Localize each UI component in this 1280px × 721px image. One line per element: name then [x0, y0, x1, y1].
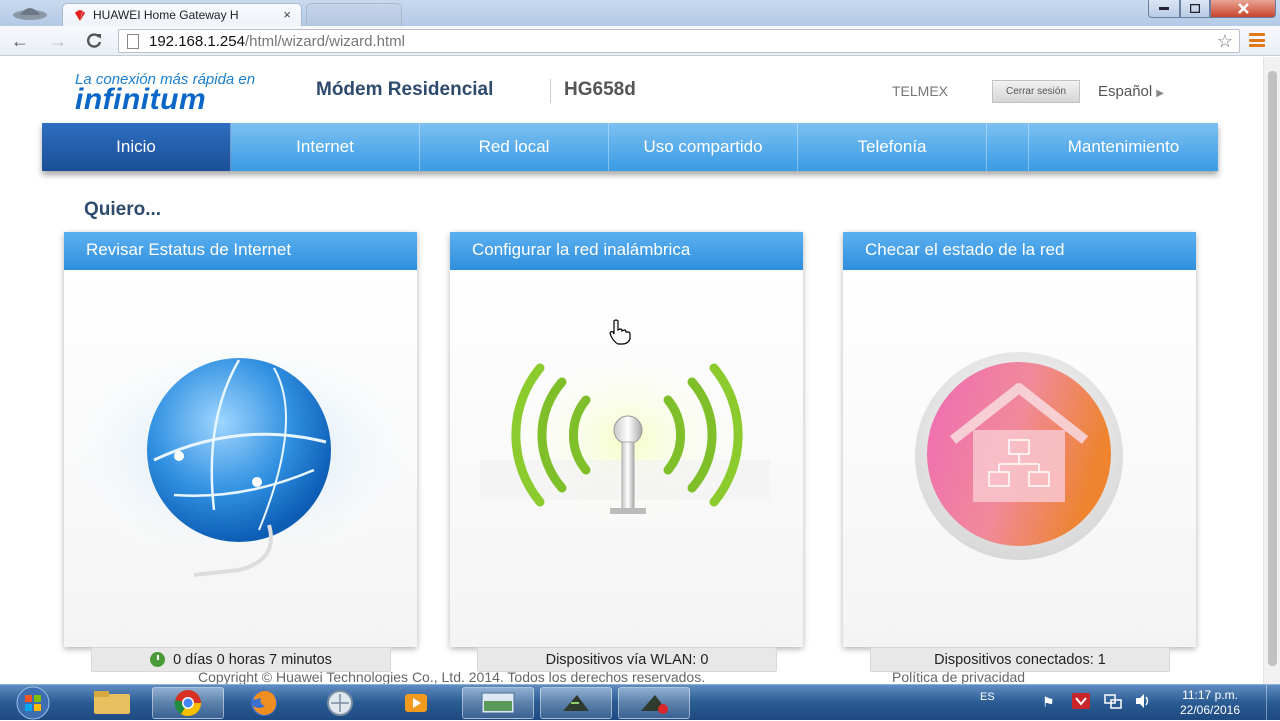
gateway-page: La conexión más rápida en infinitum Móde…	[42, 57, 1218, 684]
language-selector[interactable]: Español ▶	[1098, 83, 1164, 100]
tab-title: HUAWEI Home Gateway H	[93, 8, 239, 22]
main-nav: Inicio Internet Red local Uso compartido…	[42, 123, 1218, 171]
network-tool-icon[interactable]	[304, 687, 376, 719]
antivirus-icon[interactable]	[1072, 693, 1090, 712]
firefox-icon[interactable]	[228, 687, 300, 719]
home-network-icon	[915, 352, 1123, 560]
address-bar[interactable]: 192.168.1.254/html/wizard/wizard.html ☆	[118, 29, 1240, 53]
chrome-icon[interactable]	[152, 687, 224, 719]
clock-icon	[150, 652, 166, 667]
url-text: 192.168.1.254/html/wizard/wizard.html	[149, 33, 405, 50]
logo-brand: infinitum	[75, 83, 207, 116]
section-heading: Quiero...	[84, 199, 162, 220]
card-body: 0 días 0 horas 7 minutos	[64, 270, 417, 672]
nav-item-spacer	[987, 123, 1029, 171]
forward-icon[interactable]: →	[46, 30, 70, 52]
network-status-icon[interactable]	[1104, 693, 1122, 712]
huawei-favicon-icon	[73, 9, 87, 21]
globe-icon	[64, 330, 417, 577]
show-desktop-button[interactable]	[1266, 685, 1280, 721]
caret-right-icon: ▶	[1156, 88, 1164, 99]
media-player-icon[interactable]	[380, 687, 452, 719]
incognito-profile-icon[interactable]	[6, 2, 54, 24]
system-clock[interactable]: 11:17 p.m. 22/06/2016	[1170, 688, 1250, 718]
window-minimize-button[interactable]	[1148, 0, 1180, 18]
tab-huawei-gateway[interactable]: HUAWEI Home Gateway H ×	[62, 3, 302, 26]
header-divider	[550, 79, 551, 103]
window-close-button[interactable]	[1210, 0, 1276, 18]
app-with-badge-icon[interactable]	[618, 687, 690, 719]
terminal-app-icon[interactable]	[540, 687, 612, 719]
card-internet-status[interactable]: Revisar Estatus de Internet 0 días 0 hor…	[64, 232, 417, 672]
logout-button[interactable]: Cerrar sesión	[992, 80, 1080, 103]
hand-cursor-icon	[609, 319, 631, 345]
windows-taskbar: ES ⚑ 11:17 p.m. 22/06/2016	[0, 684, 1280, 721]
reload-icon[interactable]	[82, 30, 106, 52]
volume-icon[interactable]	[1134, 693, 1152, 712]
file-explorer-icon[interactable]	[76, 687, 148, 719]
card-body: Dispositivos conectados: 1	[843, 270, 1196, 672]
page-icon	[127, 34, 139, 49]
card-title[interactable]: Revisar Estatus de Internet	[64, 232, 417, 270]
nav-item-inicio[interactable]: Inicio	[42, 123, 231, 171]
card-network-status[interactable]: Checar el estado de la red Dispositivos …	[843, 232, 1196, 672]
nav-item-red-local[interactable]: Red local	[420, 123, 609, 171]
page-viewport: La conexión más rápida en infinitum Móde…	[0, 57, 1280, 684]
window-thumbnail-icon[interactable]	[462, 687, 534, 719]
card-wireless-config[interactable]: Configurar la red inalámbrica Dispositiv…	[450, 232, 803, 672]
flag-icon[interactable]: ⚑	[1042, 694, 1055, 711]
nav-item-telefonia[interactable]: Telefonía	[798, 123, 987, 171]
nav-item-uso-compartido[interactable]: Uso compartido	[609, 123, 798, 171]
bookmark-star-icon[interactable]: ☆	[1217, 31, 1233, 52]
new-tab-button[interactable]	[306, 3, 402, 26]
product-name: Módem Residencial	[316, 79, 494, 100]
nav-item-mantenimiento[interactable]: Mantenimiento	[1029, 123, 1218, 171]
start-button[interactable]	[8, 686, 58, 720]
input-language[interactable]: ES	[980, 691, 995, 703]
carrier-name: TELMEX	[892, 83, 949, 99]
nav-item-internet[interactable]: Internet	[231, 123, 420, 171]
window-maximize-button[interactable]	[1180, 0, 1210, 18]
browser-tab-strip: HUAWEI Home Gateway H ×	[0, 0, 1280, 26]
browser-toolbar: ← → 192.168.1.254/html/wizard/wizard.htm…	[0, 26, 1280, 56]
model-name: HG658d	[564, 79, 636, 100]
card-title[interactable]: Checar el estado de la red	[843, 232, 1196, 270]
tab-close-icon[interactable]: ×	[283, 7, 291, 22]
copyright-text: Copyright © Huawei Technologies Co., Ltd…	[198, 669, 706, 684]
scrollbar-thumb[interactable]	[1268, 71, 1277, 666]
page-scrollbar[interactable]	[1263, 57, 1280, 684]
browser-menu-icon[interactable]	[1249, 33, 1265, 47]
back-icon[interactable]: ←	[8, 30, 32, 52]
card-title[interactable]: Configurar la red inalámbrica	[450, 232, 803, 270]
privacy-link[interactable]: Política de privacidad	[892, 669, 1025, 684]
